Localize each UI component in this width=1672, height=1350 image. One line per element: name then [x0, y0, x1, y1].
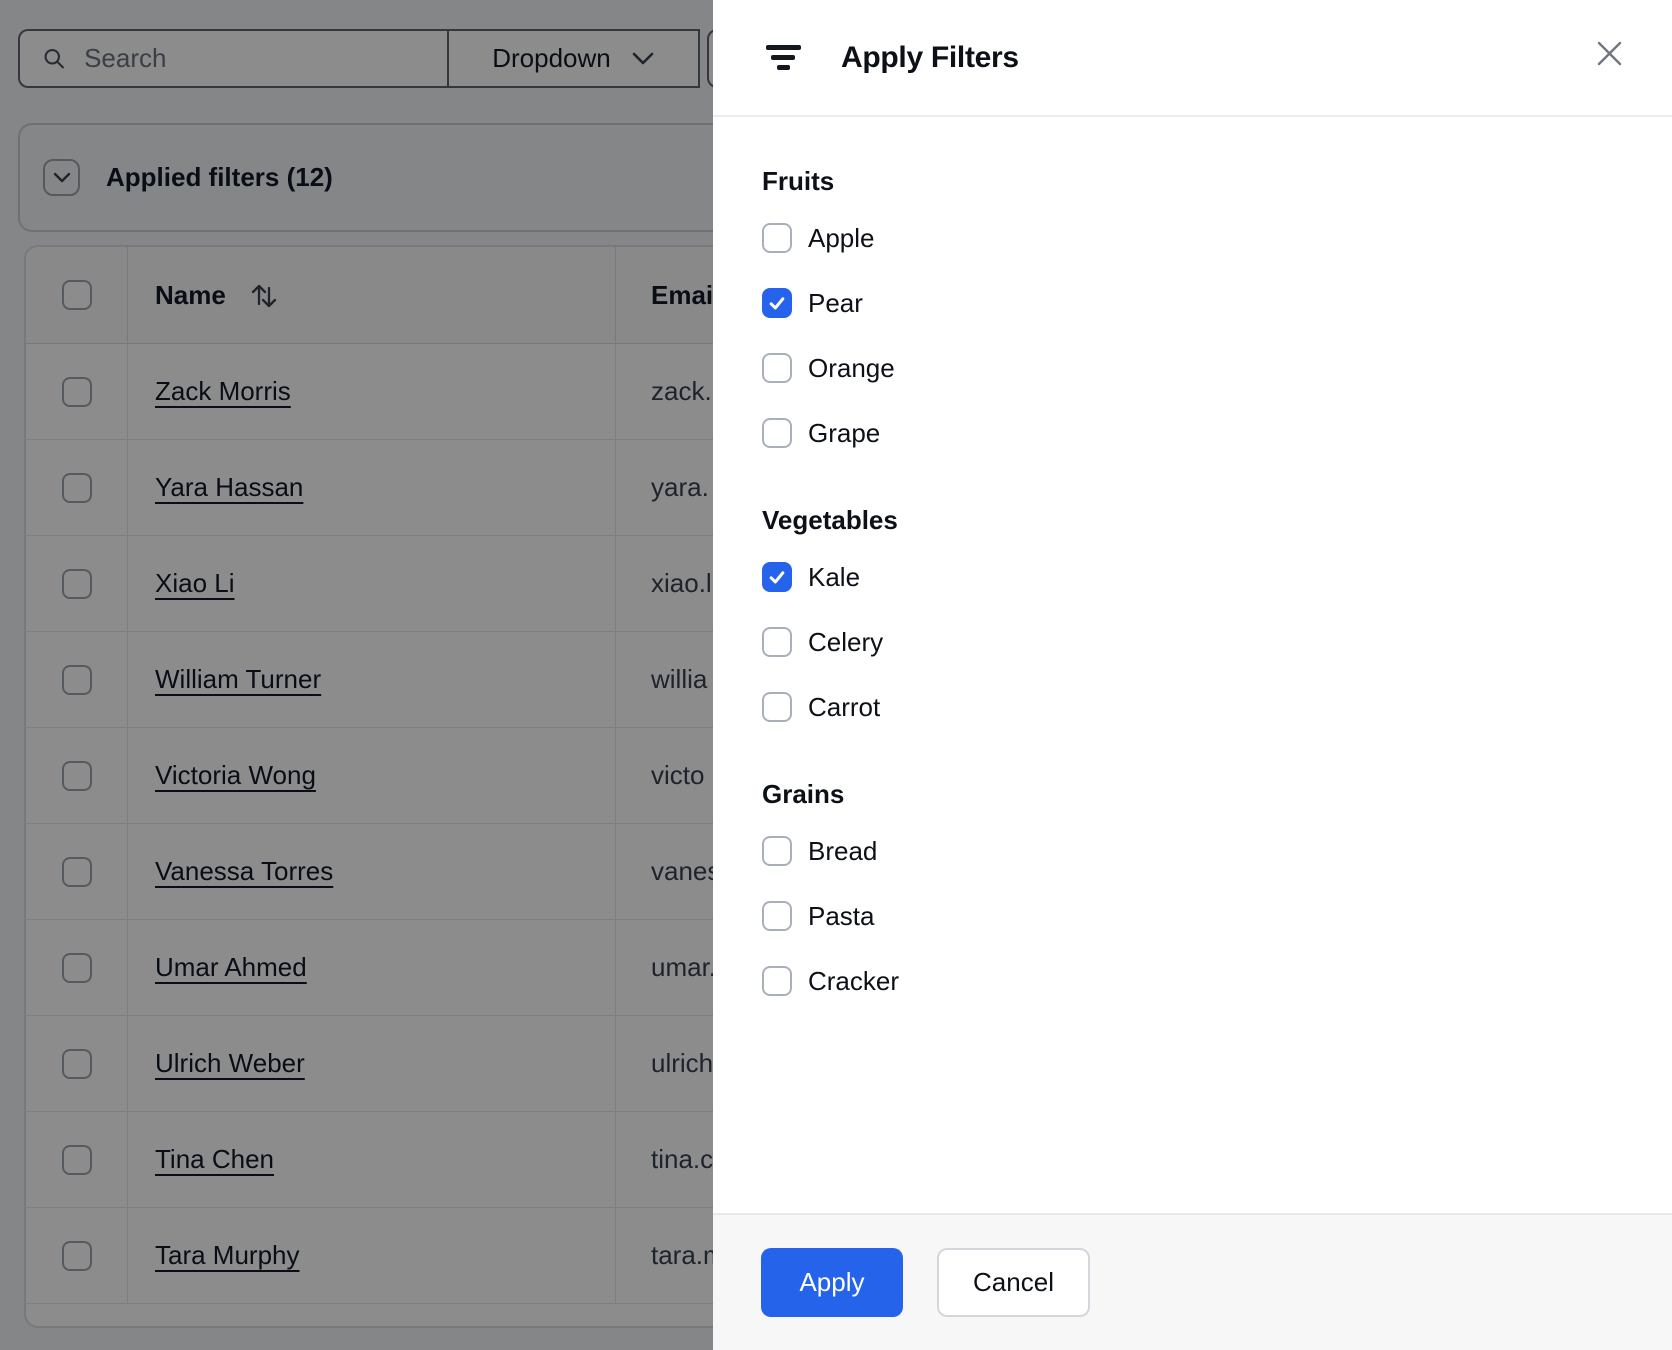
filter-checkbox[interactable]	[762, 901, 792, 931]
filter-options: Apple Pear Orange Grape	[762, 222, 1622, 449]
filter-option[interactable]: Orange	[762, 352, 1622, 384]
filter-option-label[interactable]: Pasta	[808, 901, 875, 932]
check-icon	[769, 571, 785, 584]
filter-checkbox[interactable]	[762, 288, 792, 318]
filter-checkbox[interactable]	[762, 836, 792, 866]
filter-option[interactable]: Bread	[762, 835, 1622, 867]
panel-footer: Apply Cancel	[713, 1213, 1672, 1350]
filter-checkbox[interactable]	[762, 966, 792, 996]
filter-option[interactable]: Pear	[762, 287, 1622, 319]
filter-option[interactable]: Pasta	[762, 900, 1622, 932]
apply-button[interactable]: Apply	[761, 1248, 903, 1317]
filter-checkbox[interactable]	[762, 562, 792, 592]
filter-option[interactable]: Grape	[762, 417, 1622, 449]
panel-title: Apply Filters	[841, 40, 1019, 74]
filter-checkbox[interactable]	[762, 353, 792, 383]
filter-section: Vegetables Kale Celery Carrot	[762, 503, 1622, 723]
close-icon	[1597, 41, 1621, 65]
cancel-button[interactable]: Cancel	[937, 1248, 1090, 1317]
filter-checkbox[interactable]	[762, 418, 792, 448]
filter-section: Fruits Apple Pear Orange Grape	[762, 164, 1622, 449]
apply-filters-panel: Apply Filters Fruits Apple Pear Orange G…	[713, 0, 1672, 1350]
filter-checkbox[interactable]	[762, 223, 792, 253]
filter-option[interactable]: Carrot	[762, 691, 1622, 723]
filter-checkbox[interactable]	[762, 627, 792, 657]
filter-options: Kale Celery Carrot	[762, 561, 1622, 723]
filter-section: Grains Bread Pasta Cracker	[762, 777, 1622, 997]
filter-option-label[interactable]: Celery	[808, 627, 883, 658]
filter-section-title: Fruits	[762, 166, 835, 196]
filter-option-label[interactable]: Pear	[808, 288, 863, 319]
filter-option[interactable]: Kale	[762, 561, 1622, 593]
filter-section-title: Vegetables	[762, 505, 898, 535]
filter-option-label[interactable]: Cracker	[808, 966, 899, 997]
filter-option-label[interactable]: Bread	[808, 836, 877, 867]
filter-option[interactable]: Celery	[762, 626, 1622, 658]
filter-option[interactable]: Apple	[762, 222, 1622, 254]
filter-option-label[interactable]: Apple	[808, 223, 875, 254]
filter-option-label[interactable]: Kale	[808, 562, 860, 593]
filter-sections: Fruits Apple Pear Orange Grape Vegetable…	[713, 164, 1672, 997]
modal-backdrop[interactable]	[0, 0, 713, 1350]
filter-option-label[interactable]: Orange	[808, 353, 895, 384]
check-icon	[769, 297, 785, 310]
filter-options: Bread Pasta Cracker	[762, 835, 1622, 997]
filter-option[interactable]: Cracker	[762, 965, 1622, 997]
app-root: Dropdown Applied filters (12) Name	[0, 0, 1672, 1350]
filter-checkbox[interactable]	[762, 692, 792, 722]
filter-icon	[765, 45, 801, 70]
panel-header: Apply Filters	[713, 0, 1672, 117]
close-button[interactable]	[1586, 30, 1632, 76]
filter-option-label[interactable]: Grape	[808, 418, 880, 449]
filter-section-title: Grains	[762, 779, 845, 809]
filter-option-label[interactable]: Carrot	[808, 692, 880, 723]
